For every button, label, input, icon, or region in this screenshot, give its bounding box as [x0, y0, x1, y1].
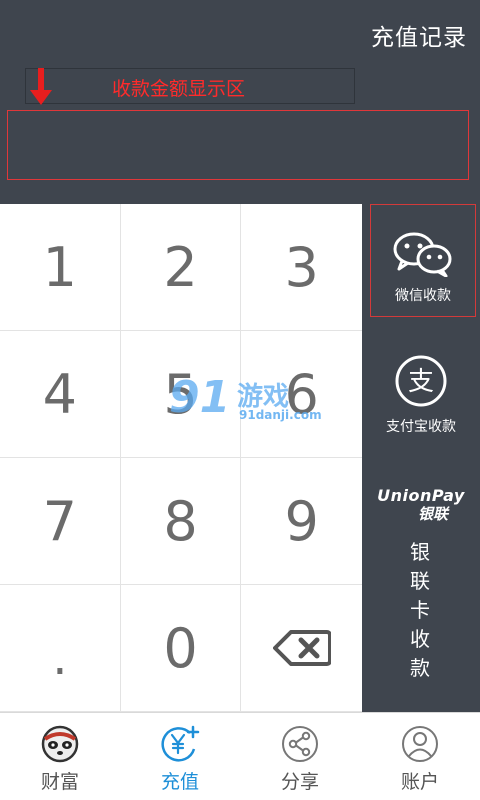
user-icon [402, 726, 438, 762]
number-keypad: 1 2 3 4 5 6 7 8 9 . 0 [0, 204, 362, 712]
recharge-records-link[interactable]: 充值记录 [371, 18, 467, 52]
key-0[interactable]: 0 [120, 585, 242, 712]
header-area: 充值记录 收款金额显示区 [0, 0, 480, 204]
key-4[interactable]: 4 [0, 331, 121, 458]
key-dot[interactable]: . [0, 585, 121, 712]
share-icon [282, 726, 318, 762]
key-9[interactable]: 9 [241, 458, 362, 585]
panda-avatar-icon [41, 725, 79, 763]
payment-methods: 微信收款 支 支付宝收款 UnionPay 银联 银 联 卡 收 款 [362, 204, 480, 712]
amount-hint-label: 收款金额显示区 [112, 78, 246, 100]
tab-wealth-label: 财富 [40, 771, 79, 793]
alipay-icon: 支 [395, 355, 447, 407]
tab-account[interactable]: 账户 [360, 713, 480, 800]
bottom-tab-bar: 财富 充值 分享 账户 [0, 712, 480, 800]
wechat-pay-button[interactable]: 微信收款 [370, 204, 476, 317]
key-8[interactable]: 8 [120, 458, 242, 585]
down-arrow-icon [30, 68, 52, 105]
key-6[interactable]: 6 [241, 331, 362, 458]
yen-plus-icon [161, 725, 200, 762]
key-1[interactable]: 1 [0, 204, 121, 331]
tab-recharge-label: 充值 [160, 771, 199, 793]
key-7[interactable]: 7 [0, 458, 121, 585]
wechat-icon [393, 232, 452, 277]
alipay-button[interactable]: 支 支付宝收款 [362, 354, 480, 436]
key-3[interactable]: 3 [241, 204, 362, 331]
tab-account-label: 账户 [400, 771, 439, 793]
amount-display [7, 110, 469, 180]
unionpay-logo-cn: 银联 [417, 505, 448, 523]
alipay-glyph: 支 [408, 367, 434, 397]
unionpay-label: 银 联 卡 收 款 [410, 540, 432, 680]
backspace-button[interactable] [241, 585, 362, 712]
unionpay-button[interactable]: UnionPay 银联 银 联 卡 收 款 [362, 486, 480, 683]
backspace-icon [272, 630, 331, 666]
key-2[interactable]: 2 [120, 204, 242, 331]
tab-share-label: 分享 [280, 771, 319, 793]
key-5[interactable]: 5 [120, 331, 242, 458]
tab-wealth[interactable]: 财富 [0, 713, 120, 800]
tab-share[interactable]: 分享 [240, 713, 360, 800]
tab-recharge[interactable]: 充值 [120, 713, 240, 800]
alipay-label: 支付宝收款 [386, 419, 456, 435]
wechat-pay-label: 微信收款 [395, 288, 451, 304]
